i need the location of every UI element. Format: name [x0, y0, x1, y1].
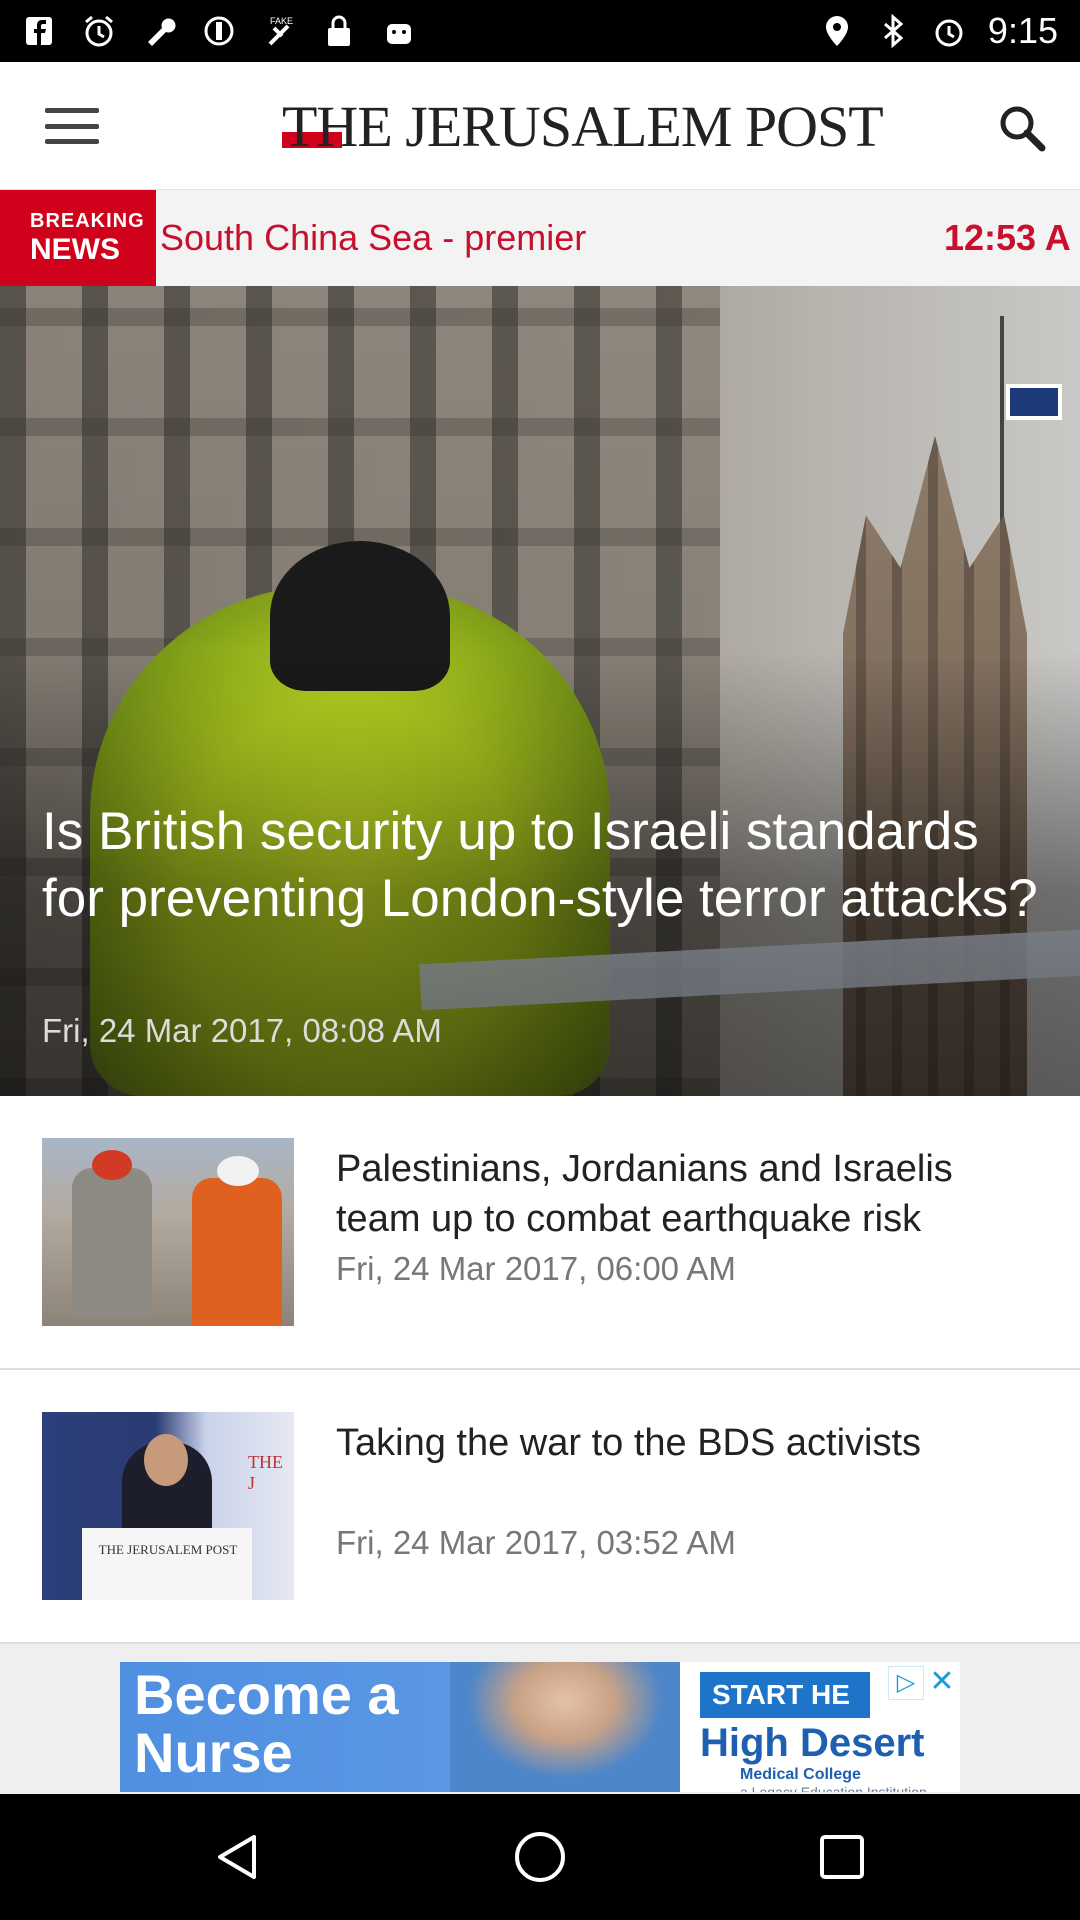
ad-start-button[interactable]: START HE — [700, 1672, 870, 1718]
article-thumbnail: THE JERUSALEM POST THE J — [42, 1412, 294, 1600]
location-icon — [820, 14, 854, 48]
ad-image-nurse — [450, 1662, 680, 1792]
search-icon[interactable] — [994, 100, 1050, 156]
back-icon[interactable] — [208, 1827, 268, 1887]
hamburger-menu-icon[interactable] — [40, 102, 104, 150]
home-icon[interactable] — [510, 1827, 570, 1887]
ad-college-sub: Medical College a Legacy Education Insti… — [740, 1766, 927, 1792]
ad-headline: Become a Nurse — [134, 1663, 399, 1784]
ad-container: Become a Nurse START HE High Desert Medi… — [0, 1644, 1080, 1794]
breaking-news-badge: BREAKING NEWS — [0, 190, 156, 286]
article-title[interactable]: Taking the war to the BDS activists — [336, 1418, 1036, 1468]
hero-title[interactable]: Is British security up to Israeli standa… — [42, 798, 1042, 932]
ad-close-icon[interactable]: ✕ — [926, 1666, 958, 1700]
android-icon — [382, 14, 416, 48]
hero-article[interactable]: Is British security up to Israeli standa… — [0, 286, 1080, 1096]
hero-date: Fri, 24 Mar 2017, 08:08 AM — [42, 1012, 442, 1049]
thumbnail-backdrop-text: THE J — [248, 1452, 283, 1493]
logo-text: THE JERUSALEM POST — [282, 93, 884, 159]
article-title[interactable]: Palestinians, Jordanians and Israelis te… — [336, 1144, 1036, 1244]
ad-sub-text: a Legacy Education Institution — [740, 1784, 927, 1792]
ad-banner[interactable]: Become a Nurse START HE High Desert Medi… — [120, 1662, 960, 1792]
lock-icon — [322, 14, 356, 48]
navigation-bar — [0, 1794, 1080, 1920]
svg-text:FAKE: FAKE — [270, 16, 293, 26]
app-logo: THE JERUSALEM POST — [282, 88, 884, 164]
settings-icon — [202, 14, 236, 48]
ad-college-line2: Medical College — [740, 1766, 861, 1783]
hero-image-gradient — [0, 286, 1080, 1096]
alarm-icon — [82, 14, 116, 48]
breaking-news-ticker[interactable]: BREAKING NEWS South China Sea - premier … — [0, 190, 1080, 286]
recent-apps-icon[interactable] — [812, 1827, 872, 1887]
status-time: 9:15 — [987, 10, 1058, 51]
facebook-icon — [22, 14, 56, 48]
bluetooth-icon — [876, 14, 910, 48]
article-list-item[interactable]: THE JERUSALEM POST THE J Taking the war … — [0, 1370, 1080, 1644]
article-date: Fri, 24 Mar 2017, 03:52 AM — [336, 1524, 736, 1561]
thumbnail-podium-text: THE JERUSALEM POST — [98, 1542, 238, 1557]
article-list-item[interactable]: Palestinians, Jordanians and Israelis te… — [0, 1096, 1080, 1370]
status-bar: FAKE 9:15 — [0, 0, 1080, 62]
ad-college-name: High Desert — [700, 1722, 925, 1764]
badge-line2: NEWS — [30, 232, 120, 266]
ticker-time: 12:53 A — [944, 217, 1071, 258]
ticker-headline[interactable]: South China Sea - premier — [160, 190, 586, 286]
app-header: THE JERUSALEM POST — [0, 62, 1080, 190]
fake-gps-icon: FAKE — [262, 14, 296, 48]
article-date: Fri, 24 Mar 2017, 06:00 AM — [336, 1250, 736, 1287]
alarm-icon — [932, 14, 966, 48]
wrench-icon — [142, 14, 176, 48]
ad-choices-icon[interactable]: ▷ — [888, 1666, 924, 1700]
ad-college-line1: High Desert — [700, 1721, 925, 1765]
article-thumbnail — [42, 1138, 294, 1326]
badge-line1: BREAKING — [30, 209, 145, 232]
